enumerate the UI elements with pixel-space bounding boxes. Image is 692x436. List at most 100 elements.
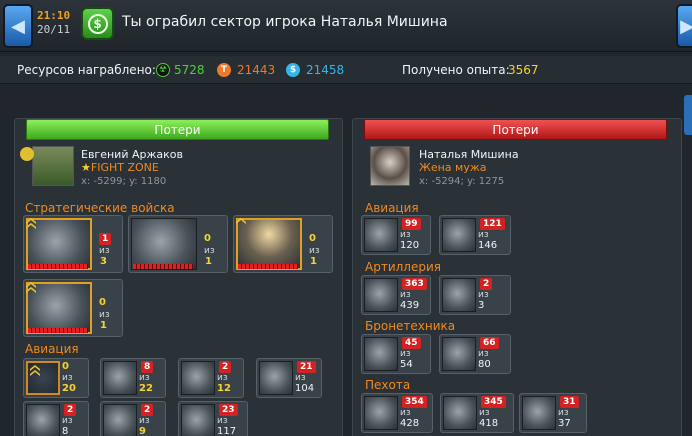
unit-of-label: из [99,246,110,256]
unit-image [364,337,398,371]
unit-of-label: из [99,310,110,320]
experience-label: Получено опыта: [402,63,510,77]
unit-of-label: из [400,408,411,418]
defender-name[interactable]: Наталья Мишина [419,148,519,161]
back-button[interactable]: ◀ [3,4,33,48]
unit-image [364,218,398,252]
unit-health-bar [133,264,193,269]
unit-lost-count: 21 [297,361,316,373]
next-button[interactable]: ▶ [676,4,692,48]
attacker-clan[interactable]: ★FIGHT ZONE [81,161,159,174]
unit-lost-count: 354 [402,396,427,408]
unit-of-label: из [139,373,150,383]
unit-of-label: из [400,290,411,300]
section-title-aviation: Авиация [25,342,79,356]
unit-card[interactable]: 21 из 104 [256,358,322,398]
message-time: 21:10 [37,9,71,22]
unit-lost-count: 363 [402,278,427,290]
unit-total: 1 [310,256,317,267]
unit-lost-count: 2 [219,361,232,373]
unit-lost-count: 1 [99,233,112,245]
unit-total: 54 [400,359,413,370]
unit-lost-count: 121 [480,218,505,230]
defender-clan[interactable]: Жена мужа [419,161,487,174]
section-title-strategic: Стратегические войска [25,201,175,215]
unit-card[interactable]: 66 из 80 [439,334,511,374]
unit-card[interactable]: 2 из 3 [439,275,511,315]
resources-label: Ресурсов награблено: [17,63,156,77]
unit-card[interactable]: 0 из 1 [233,215,333,273]
star-icon: ★ [81,161,91,174]
unit-card[interactable]: 2 из 12 [178,358,244,398]
unit-total: 12 [217,383,231,394]
unit-image [443,396,477,430]
attacker-name[interactable]: Евгений Аржаков [81,148,183,161]
unit-card[interactable]: 8 из 22 [100,358,166,398]
unit-total: 120 [400,240,420,251]
unit-total: 439 [400,300,420,311]
rank-medal-icon [20,147,34,161]
defender-losses-header: Потери [364,119,667,140]
unit-card[interactable]: 45 из 54 [361,334,431,374]
unit-total: 104 [295,383,315,394]
unit-image [26,361,60,395]
unit-card[interactable]: 1 из 3 [23,215,123,273]
unit-lost-count: 8 [141,361,154,373]
t-coin-icon: T [217,63,231,77]
unit-image [181,404,215,436]
unit-image [26,282,92,334]
unit-lost-count: 0 [99,297,106,308]
unit-health-bar [28,328,88,333]
unit-lost-count: 31 [560,396,579,408]
attacker-clan-name: FIGHT ZONE [90,161,159,174]
defender-losses-panel: Потери Наталья Мишина Жена мужа x: -5294… [352,118,682,436]
chevron-right-icon: ▶ [680,15,692,37]
resource-value-2: 21443 [237,63,276,77]
unit-of-label: из [478,349,489,359]
unit-card[interactable]: 23 из 117 [178,401,248,436]
unit-card[interactable]: 99 из 120 [361,215,431,255]
unit-card[interactable]: 345 из 418 [440,393,514,433]
unit-card[interactable]: 0 из 1 [128,215,228,273]
unit-image [442,278,476,312]
scrollbar[interactable] [684,95,692,135]
unit-card[interactable]: 0 из 20 [23,358,89,398]
unit-image [26,404,60,436]
unit-card[interactable]: 0 из 1 [23,279,123,337]
unit-total: 3 [478,300,485,311]
unit-total: 117 [217,426,237,436]
defender-coords: x: -5294; y: 1275 [419,176,505,187]
unit-image [131,218,197,270]
page-title: Ты ограбил сектор игрока Наталья Мишина [122,14,448,30]
dollar-coin-icon: $ [286,63,300,77]
attacker-losses-header: Потери [26,119,329,140]
attacker-losses-panel: Потери Евгений Аржаков ★FIGHT ZONE x: -5… [14,118,343,436]
unit-of-label: из [309,246,320,256]
unit-card[interactable]: 31 из 37 [519,393,587,433]
radiation-icon: ☢ [156,63,170,77]
unit-card[interactable]: 121 из 146 [439,215,511,255]
unit-card[interactable]: 2 из 9 [100,401,166,436]
unit-of-label: из [400,230,411,240]
defender-avatar [370,146,410,186]
robbery-event-icon: $ [81,7,114,40]
unit-total: 80 [478,359,491,370]
message-datetime: 21:10 20/11 [37,9,70,37]
unit-lost-count: 0 [309,233,316,244]
unit-image [364,396,398,430]
unit-total: 3 [100,256,107,267]
unit-of-label: из [478,290,489,300]
dollar-icon: $ [87,13,108,34]
unit-of-label: из [217,416,228,426]
unit-of-label: из [295,373,306,383]
unit-of-label: из [400,349,411,359]
unit-image [103,404,137,436]
unit-health-bar [28,264,88,269]
unit-lost-count: 45 [402,337,421,349]
chevron-left-icon: ◀ [11,15,25,37]
unit-total: 22 [139,383,153,394]
section-title-infantry: Пехота [365,378,411,392]
unit-card[interactable]: 363 из 439 [361,275,431,315]
unit-card[interactable]: 2 из 8 [23,401,89,436]
unit-card[interactable]: 354 из 428 [361,393,433,433]
